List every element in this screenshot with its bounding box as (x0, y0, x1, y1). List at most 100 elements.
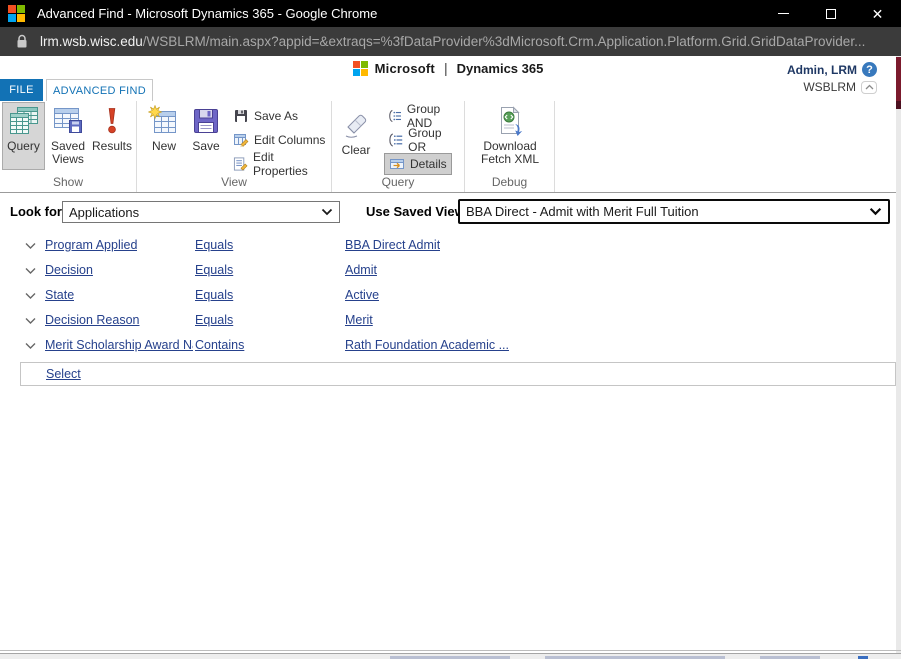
group-and-button[interactable]: Group AND (384, 102, 464, 130)
look-for-label: Look for: (10, 204, 67, 219)
criteria-value-link[interactable]: Active (345, 288, 379, 302)
new-button[interactable]: New (145, 102, 183, 170)
advanced-find-window: Advanced Find - Microsoft Dynamics 365 -… (0, 0, 901, 659)
row-menu-chevron-icon[interactable] (25, 292, 36, 300)
brand: Microsoft | Dynamics 365 (0, 60, 896, 76)
criteria-field-link[interactable]: State (45, 288, 74, 302)
group-or-icon (389, 133, 403, 147)
criteria-operator-link[interactable]: Equals (195, 288, 233, 302)
save-button[interactable]: Save (187, 102, 225, 170)
url-domain: lrm.wsb.wisc.edu (40, 34, 143, 49)
saved-views-button[interactable]: Saved Views (48, 102, 88, 170)
query-button[interactable]: Query (2, 102, 45, 170)
saved-view-select[interactable]: BBA Direct - Admit with Merit Full Tuiti… (458, 199, 890, 224)
save-icon (194, 109, 218, 133)
group-label-debug: Debug (491, 175, 528, 189)
window-titlebar: Advanced Find - Microsoft Dynamics 365 -… (0, 0, 901, 27)
user-name: Admin, LRM (787, 62, 857, 77)
criteria-field-link[interactable]: Merit Scholarship Award Na... (45, 338, 193, 352)
window-title: Advanced Find - Microsoft Dynamics 365 -… (37, 6, 378, 21)
background-window-edge-maroon (896, 57, 901, 107)
look-for-value: Applications (69, 204, 140, 220)
results-icon (108, 108, 116, 134)
edit-columns-button[interactable]: Edit Columns (229, 129, 329, 151)
brand-divider: | (443, 60, 448, 76)
tab-file[interactable]: FILE (0, 79, 43, 101)
org-menu[interactable]: WSBLRM (787, 80, 877, 94)
download-fetch-xml-label: Download Fetch XML (480, 139, 540, 166)
ribbon-group-query: Clear Group AND Group OR Details Query (332, 101, 465, 192)
minimize-button[interactable] (760, 0, 807, 27)
background-window-sliver (0, 653, 901, 659)
query-icon (9, 107, 38, 134)
row-menu-chevron-icon[interactable] (25, 317, 36, 325)
saved-views-icon (54, 108, 82, 133)
group-or-label: Group OR (408, 126, 442, 154)
tab-advanced-find[interactable]: ADVANCED FIND (46, 79, 153, 101)
close-icon: ✕ (871, 5, 884, 22)
row-menu-chevron-icon[interactable] (25, 342, 36, 350)
download-fetch-xml-button[interactable]: Download Fetch XML (469, 102, 551, 170)
details-button[interactable]: Details (384, 153, 452, 175)
criteria-field-link[interactable]: Program Applied (45, 238, 137, 252)
look-for-select[interactable]: Applications (62, 201, 340, 223)
details-label: Details (410, 157, 447, 171)
query-button-label: Query (7, 139, 40, 153)
close-button[interactable]: ✕ (854, 0, 901, 27)
criteria-value-link[interactable]: BBA Direct Admit (345, 238, 440, 252)
saved-view-value: BBA Direct - Admit with Merit Full Tuiti… (466, 204, 699, 219)
criteria-value-link[interactable]: Admit (345, 263, 377, 277)
app-header: Microsoft | Dynamics 365 (0, 56, 896, 79)
brand-microsoft: Microsoft (374, 60, 435, 76)
edit-columns-icon (234, 134, 249, 148)
criteria-operator-link[interactable]: Contains (195, 338, 244, 352)
results-button[interactable]: Results (90, 102, 134, 170)
query-criteria-list: Program Applied Equals BBA Direct Admit … (0, 234, 901, 359)
criteria-row: Decision Reason Equals Merit (0, 309, 901, 334)
org-name: WSBLRM (803, 80, 856, 94)
chevron-down-icon (869, 208, 882, 216)
microsoft-logo-icon (352, 60, 368, 76)
edit-properties-button[interactable]: Edit Properties (229, 150, 331, 178)
background-window-edge (896, 56, 901, 659)
group-and-icon (389, 109, 401, 123)
criteria-operator-link[interactable]: Equals (195, 238, 233, 252)
row-menu-chevron-icon[interactable] (25, 242, 36, 250)
row-menu-chevron-icon[interactable] (25, 267, 36, 275)
criteria-operator-link[interactable]: Equals (195, 263, 233, 277)
details-icon (390, 159, 404, 169)
criteria-value-link[interactable]: Merit (345, 313, 373, 327)
url-path: /WSBLRM/main.aspx?appid=&extraqs=%3fData… (142, 34, 866, 49)
group-label-show: Show (52, 175, 84, 189)
save-as-icon (235, 110, 247, 122)
clear-button[interactable]: Clear (336, 102, 376, 170)
brand-dynamics: Dynamics 365 (456, 60, 544, 76)
saved-views-button-label: Saved Views (50, 139, 86, 166)
ribbon-tabstrip: FILE ADVANCED FIND (0, 79, 896, 101)
ribbon-group-view: New Save Save As Edit Columns Edit Prope… (137, 101, 332, 192)
add-criteria-row: Select (20, 362, 896, 386)
criteria-row: Decision Equals Admit (0, 259, 901, 284)
background-window-edge-maroon-dark (896, 101, 901, 109)
save-as-label: Save As (254, 109, 299, 123)
window-bottom-border (0, 650, 901, 651)
edit-properties-label: Edit Properties (253, 150, 308, 178)
microsoft-logo-icon (8, 5, 25, 22)
lock-icon[interactable] (16, 34, 28, 49)
criteria-value-link[interactable]: Rath Foundation Academic ... (345, 338, 509, 352)
save-as-button[interactable]: Save As (229, 105, 302, 127)
group-or-button[interactable]: Group OR (384, 126, 464, 154)
chevron-up-icon (861, 80, 877, 94)
criteria-row: State Equals Active (0, 284, 901, 309)
new-icon (148, 105, 176, 133)
download-fetch-xml-icon (501, 106, 523, 136)
maximize-icon (825, 8, 836, 19)
criteria-operator-link[interactable]: Equals (195, 313, 233, 327)
criteria-field-link[interactable]: Decision Reason (45, 313, 140, 327)
address-bar[interactable]: lrm.wsb.wisc.edu/WSBLRM/main.aspx?appid=… (0, 27, 901, 56)
criteria-field-link[interactable]: Decision (45, 263, 93, 277)
select-link[interactable]: Select (46, 367, 81, 381)
help-icon[interactable]: ? (862, 62, 877, 77)
maximize-button[interactable] (807, 0, 854, 27)
edit-properties-icon (233, 157, 248, 171)
